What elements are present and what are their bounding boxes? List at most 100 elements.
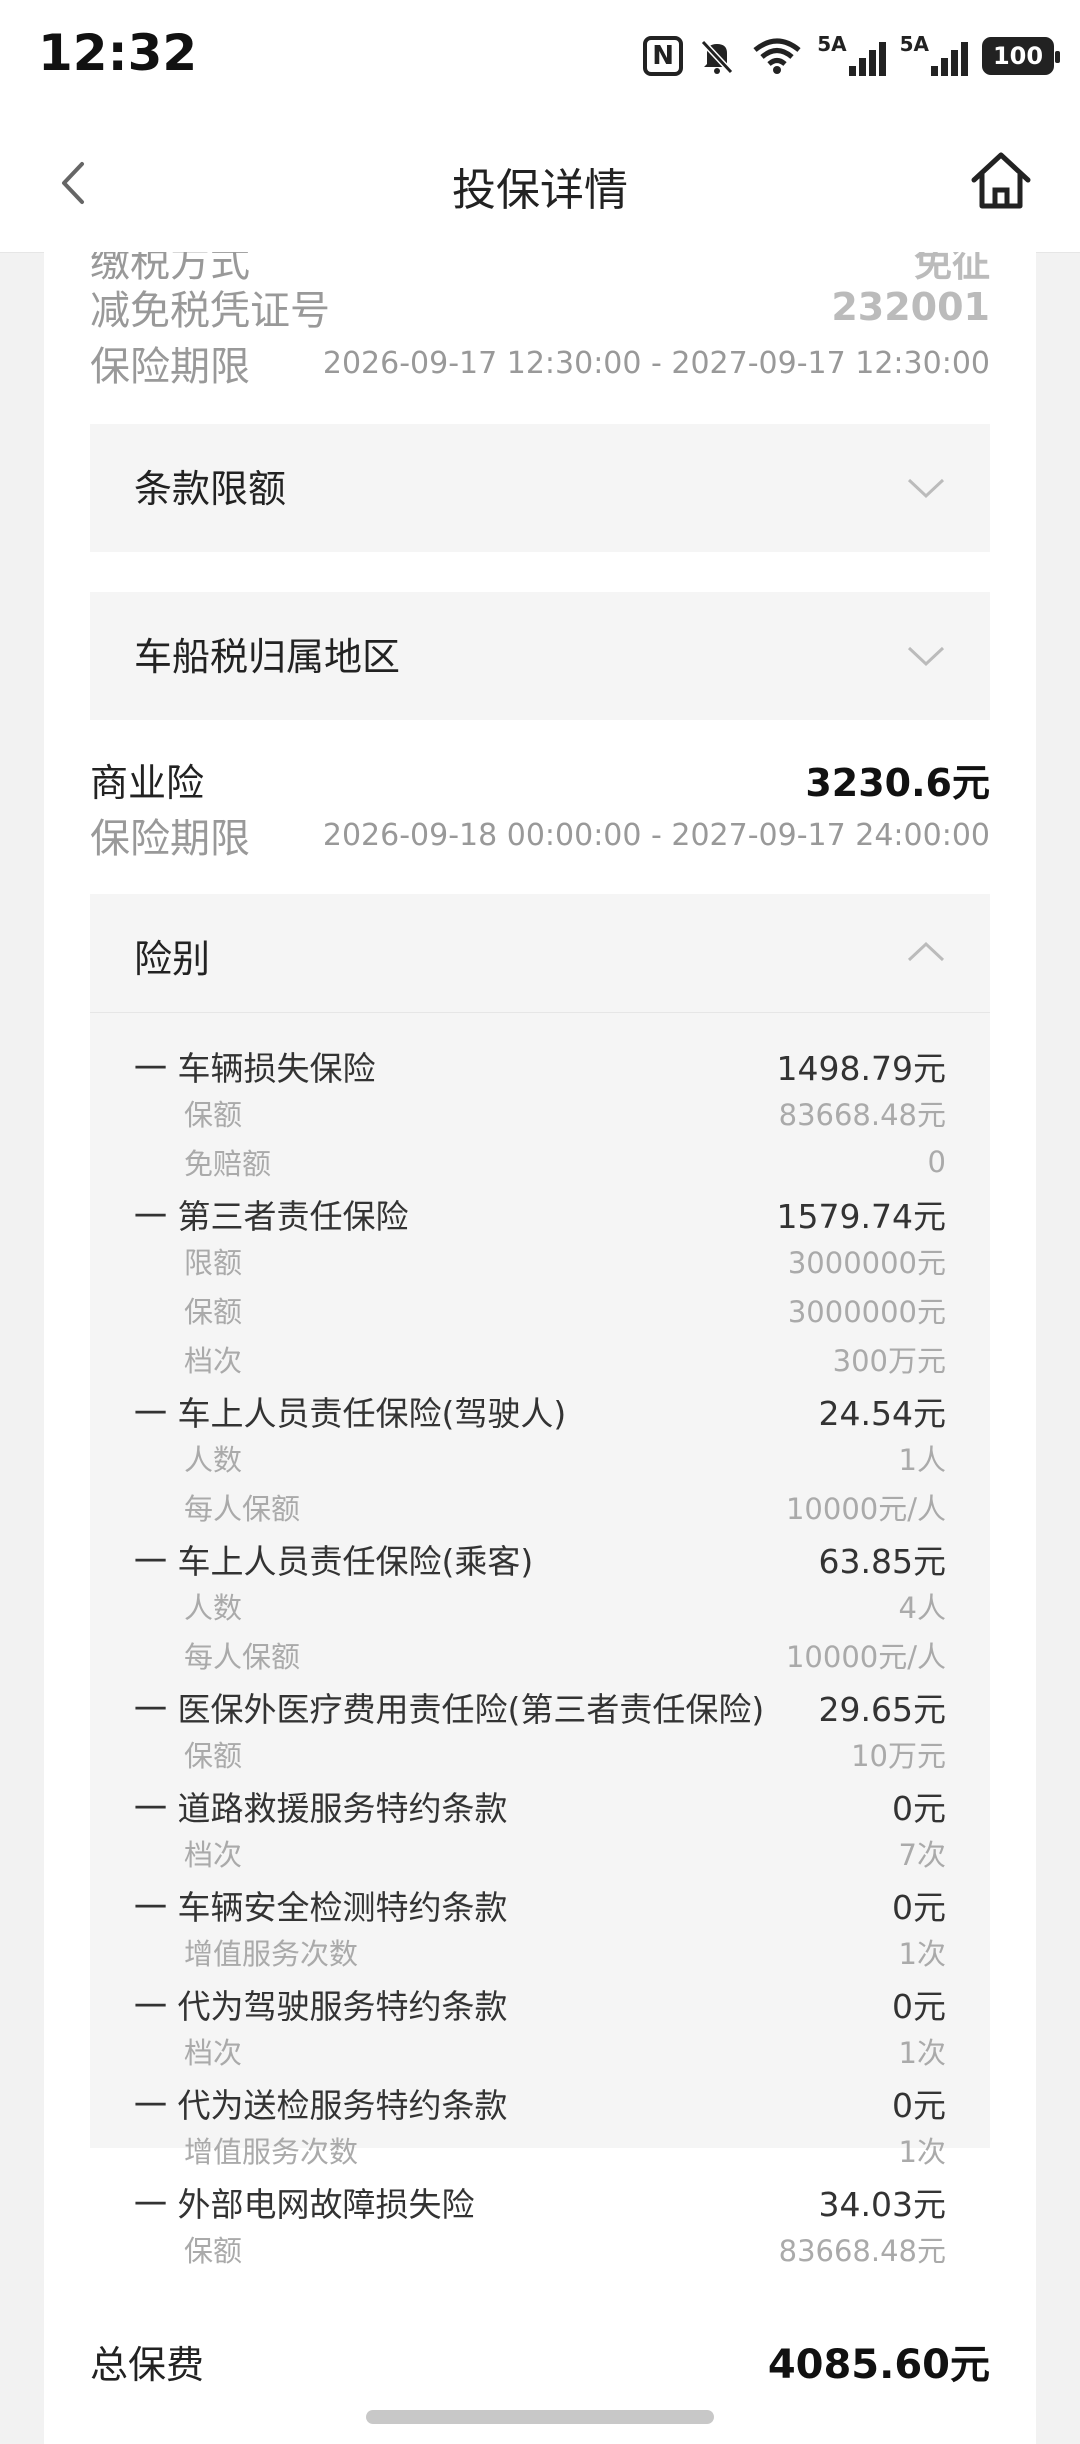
coverage-subitem-value: 10万元 — [851, 1739, 946, 1773]
coverage-item: 一 医保外医疗费用责任险(第三者责任保险) 29.65元 — [134, 1683, 946, 1731]
coverage-subitem: 限额 3000000元 — [134, 1240, 946, 1282]
coverage-item: 一 车上人员责任保险(乘客) 63.85元 — [134, 1535, 946, 1583]
coverage-item-amount: 34.03元 — [818, 2185, 946, 2224]
commercial-row: 商业险 3230.6元 — [90, 761, 990, 805]
coverage-subitem-value: 4人 — [898, 1591, 946, 1625]
coverage-subitem-value: 3000000元 — [787, 1295, 946, 1329]
coverage-subitem-label: 人数 — [184, 1443, 243, 1477]
gesture-bar[interactable] — [366, 2410, 714, 2424]
coverage-item-name: 一 医保外医疗费用责任险(第三者责任保险) — [134, 1690, 765, 1729]
coverage-item-amount: 63.85元 — [818, 1542, 946, 1581]
coverage-item-amount: 0元 — [892, 1888, 946, 1927]
coverage-subitem-label: 档次 — [184, 1838, 243, 1872]
coverage-subitem: 免赔额 0 — [134, 1141, 946, 1183]
coverage-item-name: 一 第三者责任保险 — [134, 1197, 409, 1236]
coverage-item: 一 代为驾驶服务特约条款 0元 — [134, 1980, 946, 2028]
coverage-subitem-label: 档次 — [184, 2036, 243, 2070]
coverage-subitem-label: 增值服务次数 — [184, 1937, 359, 1971]
coverage-subitem: 增值服务次数 1次 — [134, 1931, 946, 1973]
nfc-icon: N — [643, 32, 684, 80]
coverage-subitem-value: 1次 — [898, 2036, 946, 2070]
coverage-item-amount: 24.54元 — [818, 1394, 946, 1433]
coverage-subitem: 档次 1次 — [134, 2030, 946, 2072]
coverage-subitem-value: 83668.48元 — [778, 2234, 946, 2268]
coverage-subitem-value: 1次 — [898, 1937, 946, 1971]
coverage-item-name: 一 外部电网故障损失险 — [134, 2185, 475, 2224]
coverage-item-amount: 0元 — [892, 2086, 946, 2125]
coverage-item-amount: 1498.79元 — [776, 1049, 946, 1088]
coverage-item-amount: 0元 — [892, 1789, 946, 1828]
coverage-subitem-label: 限额 — [184, 1246, 243, 1280]
coverage-subitem: 增值服务次数 1次 — [134, 2129, 946, 2171]
coverage-subitem: 保额 3000000元 — [134, 1289, 946, 1331]
coverage-subitem-value: 10000元/人 — [785, 1640, 946, 1674]
policy-card: 缴税方式 免征 减免税凭证号 232001 保险期限 2026-09-17 12… — [44, 252, 1036, 2444]
wifi-icon — [751, 32, 803, 80]
coverage-panel: 险别 一 车辆损失保险 1498.79元 保额 83668.48元 免赔额 0 一 第三者责… — [90, 894, 990, 2268]
coverage-subitem-value: 0 — [927, 1145, 946, 1179]
exempt-cert-row: 减免税凭证号 232001 — [90, 285, 990, 334]
coverage-subitem-label: 保额 — [184, 1739, 243, 1773]
coverage-subitem-label: 人数 — [184, 1591, 243, 1625]
chevron-up-icon — [907, 941, 945, 962]
coverage-item-name: 一 车上人员责任保险(乘客) — [134, 1542, 534, 1581]
coverage-subitem: 保额 10万元 — [134, 1733, 946, 1775]
coverage-subitem-value: 1人 — [898, 1443, 946, 1477]
coverage-subitem: 保额 83668.48元 — [134, 2228, 946, 2270]
chevron-down-icon — [907, 646, 945, 667]
coverage-item-name: 一 道路救援服务特约条款 — [134, 1789, 508, 1828]
coverage-subitem-label: 每人保额 — [184, 1640, 301, 1674]
coverage-item: 一 第三者责任保险 1579.74元 — [134, 1190, 946, 1238]
coverage-subitem-value: 83668.48元 — [778, 1098, 946, 1132]
coverage-subitem: 档次 7次 — [134, 1832, 946, 1874]
home-icon — [971, 152, 1031, 209]
coverage-subitem: 人数 1人 — [134, 1437, 946, 1479]
coverage-subitem-label: 保额 — [184, 2234, 243, 2268]
coverage-subitem: 每人保额 10000元/人 — [134, 1634, 946, 1676]
signal-icon-2: 5A — [900, 32, 968, 80]
terms-limit-panel[interactable]: 条款限额 — [90, 424, 990, 552]
coverage-item: 一 车辆损失保险 1498.79元 — [134, 1042, 946, 1090]
coverage-subitem: 保额 83668.48元 — [134, 1092, 946, 1134]
status-icons: N 5A 5A 100 — [643, 30, 1060, 82]
coverage-subitem-label: 保额 — [184, 1098, 243, 1132]
coverage-subitem-value: 3000000元 — [787, 1246, 946, 1280]
coverage-subitem-value: 7次 — [898, 1838, 946, 1872]
coverage-item: 一 代为送检服务特约条款 0元 — [134, 2079, 946, 2127]
coverage-subitem-label: 档次 — [184, 1344, 243, 1378]
vessel-tax-region-panel[interactable]: 车船税归属地区 — [90, 592, 990, 720]
coverage-subitem-value: 10000元/人 — [785, 1492, 946, 1526]
coverage-subitem-label: 免赔额 — [184, 1147, 272, 1181]
coverage-item-name: 一 车上人员责任保险(驾驶人) — [134, 1394, 567, 1433]
coverage-subitem: 人数 4人 — [134, 1585, 946, 1627]
coverage-subitem-value: 300万元 — [832, 1344, 946, 1378]
coverage-item: 一 外部电网故障损失险 34.03元 — [134, 2178, 946, 2226]
status-bar: 12:32 N 5A 5A 100 — [0, 0, 1080, 110]
coverage-subitem-label: 保额 — [184, 1295, 243, 1329]
battery-icon: 100 — [982, 32, 1060, 80]
coverage-subitem-label: 每人保额 — [184, 1492, 301, 1526]
coverage-item-name: 一 代为驾驶服务特约条款 — [134, 1987, 508, 2026]
signal-icon: 5A — [817, 32, 886, 80]
coverage-subitem-label: 增值服务次数 — [184, 2135, 359, 2169]
compulsory-period-row: 保险期限 2026-09-17 12:30:00 - 2027-09-17 12… — [90, 344, 990, 390]
coverage-item: 一 道路救援服务特约条款 0元 — [134, 1782, 946, 1830]
coverage-item-name: 一 车辆损失保险 — [134, 1049, 376, 1088]
coverage-item-name: 一 车辆安全检测特约条款 — [134, 1888, 508, 1927]
coverage-item: 一 车辆安全检测特约条款 0元 — [134, 1881, 946, 1929]
coverage-item-name: 一 代为送检服务特约条款 — [134, 2086, 508, 2125]
page-title: 投保详情 — [452, 165, 628, 216]
coverage-header[interactable]: 险别 — [90, 894, 990, 1013]
mute-bell-icon — [697, 32, 737, 80]
coverage-item-amount: 0元 — [892, 1987, 946, 2026]
commercial-period-row: 保险期限 2026-09-18 00:00:00 - 2027-09-17 24… — [90, 816, 990, 862]
coverage-item-amount: 1579.74元 — [776, 1197, 946, 1236]
nav-header: 投保详情 — [0, 110, 1080, 253]
coverage-subitem-value: 1次 — [898, 2135, 946, 2169]
home-button[interactable] — [966, 146, 1036, 216]
coverage-item-amount: 29.65元 — [818, 1690, 946, 1729]
total-premium-row: 总保费 4085.60元 — [90, 2342, 990, 2388]
coverage-subitem: 档次 300万元 — [134, 1338, 946, 1380]
chevron-down-icon — [907, 478, 945, 499]
status-time: 12:32 — [38, 24, 198, 82]
